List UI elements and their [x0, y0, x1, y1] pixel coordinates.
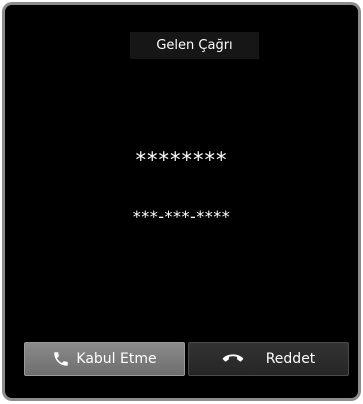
caller-number: ***-***-**** [132, 207, 231, 226]
phone-icon [52, 350, 70, 368]
caller-name: ******** [135, 148, 228, 172]
incoming-call-screen: Gelen Çağrı ******** ***-***-**** Kabul … [5, 5, 358, 398]
accept-button-label: Kabul Etme [76, 351, 157, 367]
reject-button-label: Reddet [265, 351, 316, 367]
device-frame: Gelen Çağrı ******** ***-***-**** Kabul … [2, 2, 361, 401]
reject-button[interactable]: Reddet [188, 342, 349, 376]
accept-button[interactable]: Kabul Etme [24, 342, 185, 376]
page-title: Gelen Çağrı [156, 38, 233, 53]
hang-up-icon [222, 353, 244, 365]
title-bar: Gelen Çağrı [130, 32, 259, 59]
